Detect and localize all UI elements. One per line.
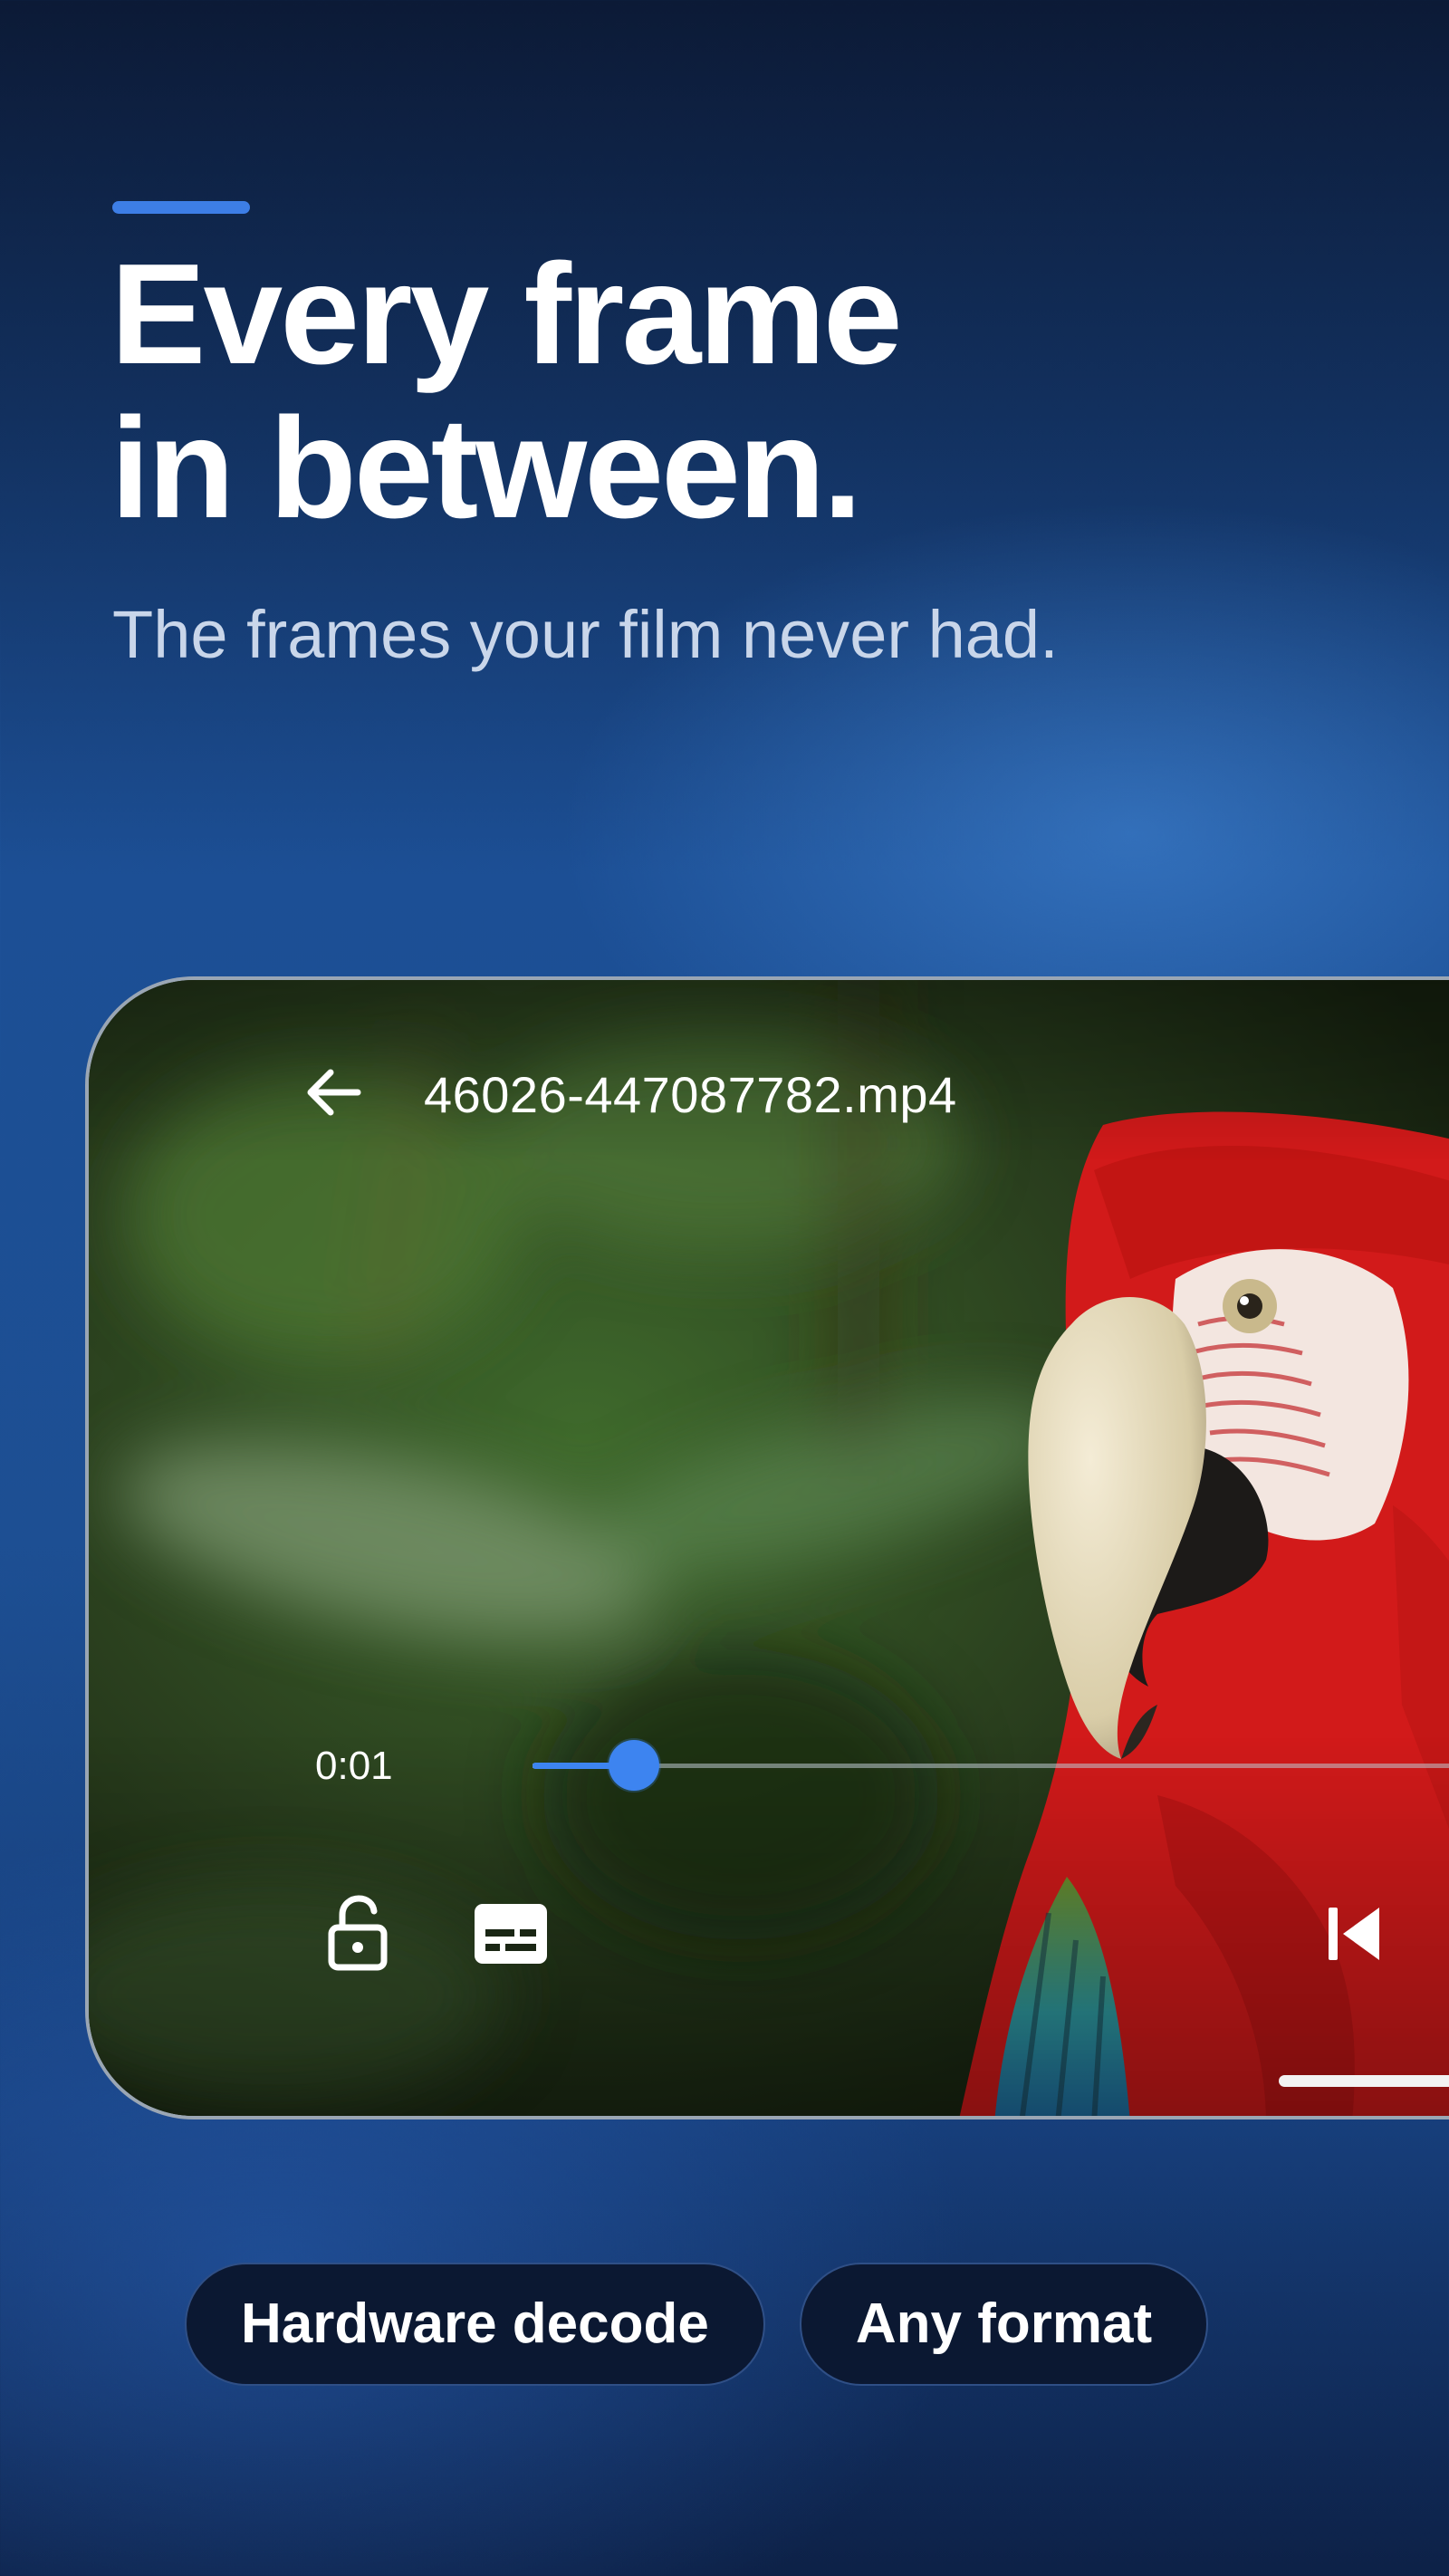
accent-bar (112, 201, 250, 214)
lock-button[interactable] (317, 1889, 398, 1980)
back-button[interactable] (297, 1058, 369, 1130)
seek-bar[interactable] (533, 1740, 1449, 1791)
previous-button[interactable] (1313, 1895, 1395, 1976)
headline-line-1: Every frame (110, 235, 903, 394)
lock-open-icon (328, 1894, 388, 1975)
home-indicator (1279, 2075, 1449, 2087)
headline-line-2: in between. (110, 389, 862, 548)
phone-mockup: 46026-447087782.mp4 0:01 (85, 976, 1449, 2119)
subtitles-icon (475, 1903, 547, 1968)
skip-previous-icon (1327, 1906, 1381, 1966)
video-title: 46026-447087782.mp4 (424, 1066, 957, 1123)
feature-chip-hardware-decode[interactable]: Hardware decode (185, 2263, 765, 2386)
feature-chip-any-format[interactable]: Any format (799, 2263, 1209, 2386)
subtitles-button[interactable] (467, 1895, 554, 1976)
seek-thumb[interactable] (609, 1740, 660, 1791)
headline: Every frame in between. (110, 237, 1197, 545)
seek-track (533, 1764, 1449, 1768)
arrow-left-icon (305, 1068, 361, 1121)
elapsed-time: 0:01 (315, 1744, 393, 1788)
subtitle: The frames your film never had. (112, 597, 1059, 672)
player-bottom-scrim (89, 1735, 1449, 2116)
feature-chips: Hardware decode Any format (185, 2263, 1209, 2389)
